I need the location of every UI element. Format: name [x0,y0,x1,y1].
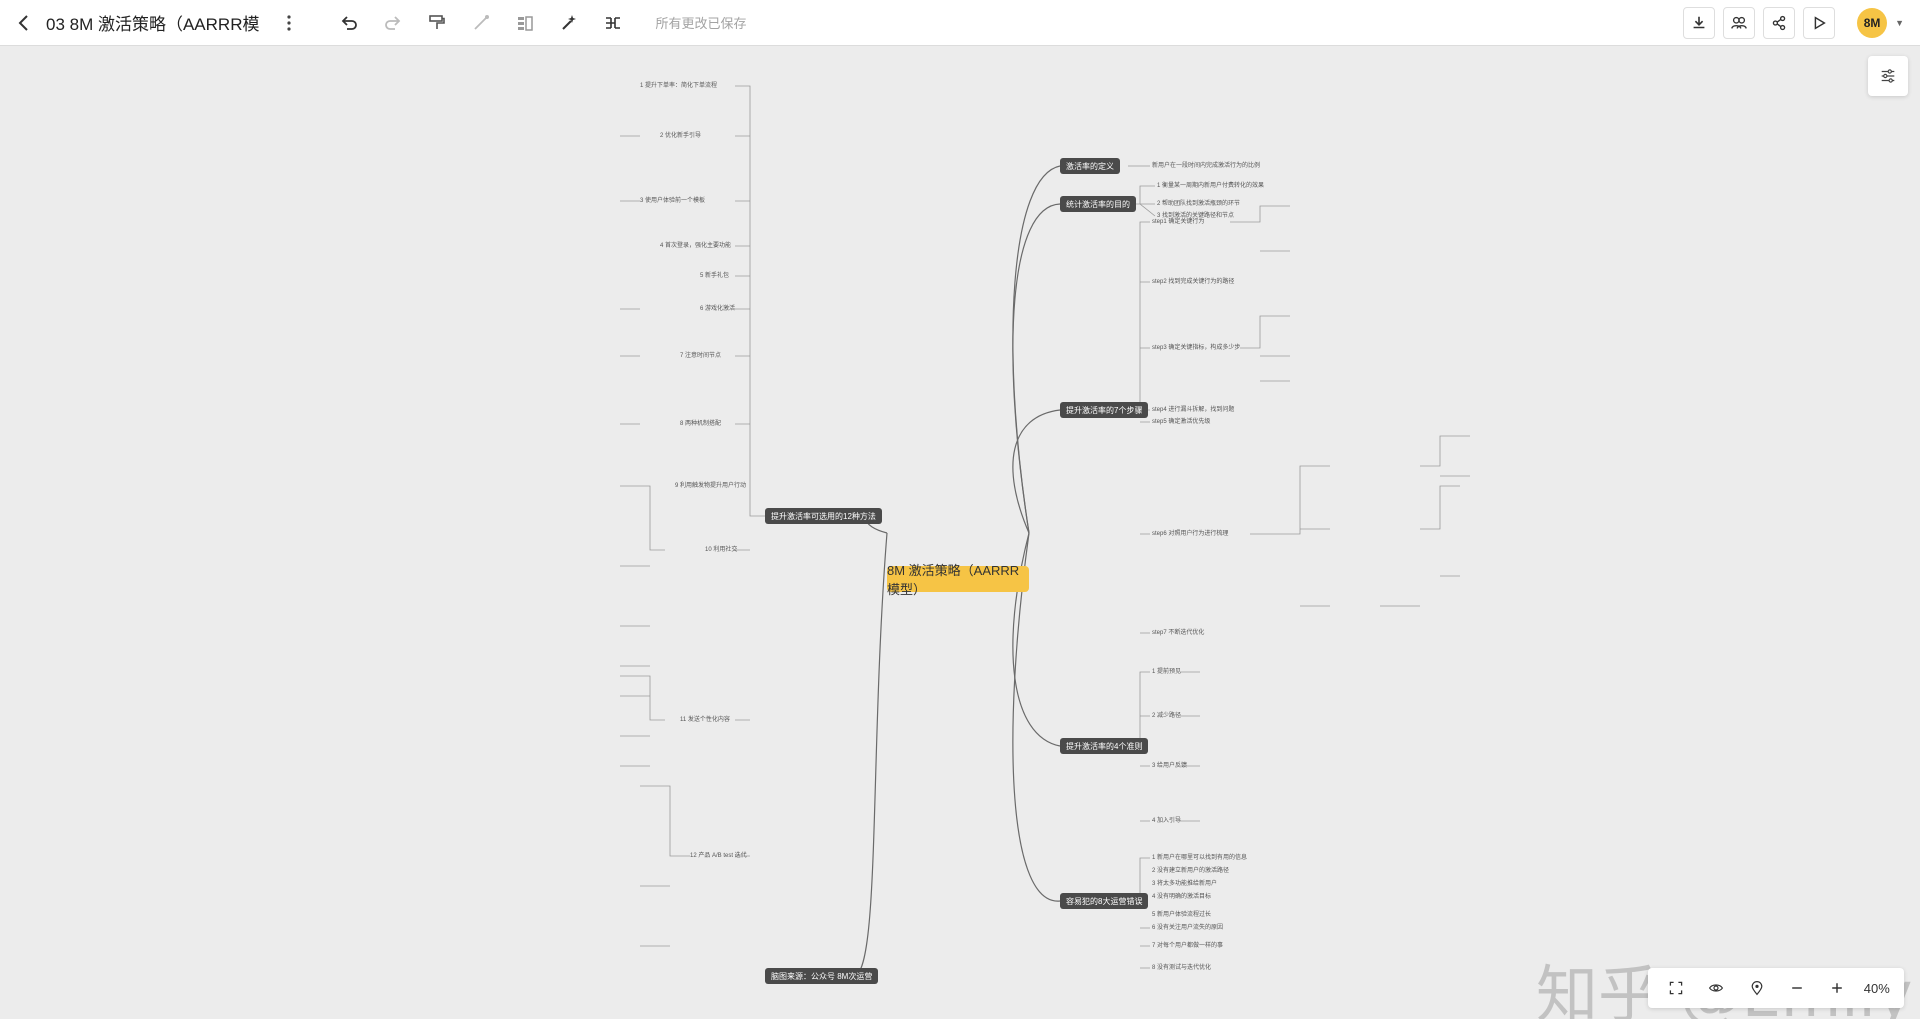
leaf-text[interactable]: 6 游戏化激活 [700,306,735,313]
leaf-text[interactable]: 3 将太多功能推给新用户 [1152,881,1217,888]
branch-four-principles[interactable]: 提升激活率的4个准则 [1060,738,1149,754]
leaf-text[interactable]: 3 使用户体验前一个模板 [640,198,705,205]
leaf-text[interactable]: 4 首次登录，强化主要功能 [660,243,731,250]
leaf-text[interactable]: 2 减少路径 [1152,713,1181,720]
branch-activation-purpose[interactable]: 统计激活率的目的 [1060,196,1136,212]
fit-screen-icon[interactable] [1662,974,1690,1002]
leaf-text[interactable]: 4 加入引导 [1152,818,1181,825]
magic-style-icon[interactable] [553,7,585,39]
leaf-text[interactable]: 5 新手礼包 [700,273,729,280]
leaf-text[interactable]: step7 不断迭代优化 [1152,630,1204,637]
leaf-text[interactable]: 2 优化新手引导 [660,133,701,140]
leaf-text[interactable]: step2 找到完成关键行为的路径 [1152,279,1234,286]
leaf-text[interactable]: 2 帮助团队找到激活瓶颈的环节 [1157,201,1240,208]
chevron-down-icon[interactable]: ▼ [1895,18,1904,28]
edit-tools [333,7,629,39]
zoom-level[interactable]: 40% [1864,981,1890,996]
leaf-text[interactable]: 6 没有关注用户流失的原因 [1152,925,1223,932]
branch-source[interactable]: 脑图来源：公众号 8M次运营 [765,968,879,984]
share-icon[interactable] [1763,7,1796,39]
leaf-text[interactable]: 1 新用户在哪里可以找到有用的信息 [1152,855,1247,862]
mindmap-connections [620,85,1470,977]
more-menu-icon[interactable] [273,7,305,39]
eye-icon[interactable] [1702,974,1730,1002]
mindmap-canvas[interactable]: 8M 激活策略（AARRR模型） 激活率的定义 统计激活率的目的 提升激活率的7… [0,46,1920,1019]
outline-icon[interactable] [509,7,541,39]
download-icon[interactable] [1683,7,1716,39]
undo-icon[interactable] [333,7,365,39]
branch-eight-mistakes[interactable]: 容易犯的8大运营错误 [1060,893,1149,909]
leaf-text[interactable]: step4 进行漏斗拆解，找到问题 [1152,407,1234,414]
leaf-text[interactable]: 1 提升下单率：简化下单流程 [640,83,717,90]
back-icon[interactable] [8,7,40,39]
document-title[interactable]: 03 8M 激活策略（AARRR模 [46,10,259,35]
leaf-text[interactable]: 9 利用触发物提升用户行动 [675,483,746,490]
top-toolbar: 03 8M 激活策略（AARRR模 所有更改已保存 8M ▼ [0,0,1920,46]
sliders-icon [1881,69,1895,83]
leaf-text[interactable]: 1 提前预见 [1152,669,1181,676]
leaf-text[interactable]: 8 两种机制搭配 [680,421,721,428]
leaf-text[interactable]: step1 确定关键行为 [1152,219,1204,226]
leaf-text[interactable]: 8 没有测试与迭代优化 [1152,965,1211,972]
branch-activation-definition[interactable]: 激活率的定义 [1060,158,1120,174]
leaf-text[interactable]: 7 对每个用户都做一样的事 [1152,943,1223,950]
leaf-text[interactable]: 3 给用户反馈 [1152,763,1187,770]
leaf-text[interactable]: 10 利用社交 [705,547,737,554]
leaf-text[interactable]: 7 注意时间节点 [680,353,721,360]
format-painter-icon[interactable] [421,7,453,39]
leaf-text[interactable]: 4 没有明确的激活目标 [1152,894,1211,901]
leaf-text[interactable]: step6 对照用户行为进行梳理 [1152,531,1228,538]
present-icon[interactable] [1803,7,1836,39]
toolbar-right: 8M ▼ [1683,7,1904,39]
mindmap-root-node[interactable]: 8M 激活策略（AARRR模型） [887,563,1029,597]
leaf-text[interactable]: 2 没有建立新用户的激活路径 [1152,868,1229,875]
leaf-text[interactable]: 12 产品 A/B test 迭代 [690,853,747,860]
leaf-text[interactable]: 5 新用户体验流程过长 [1152,912,1211,919]
zoom-in-icon[interactable] [1823,974,1851,1002]
connector-icon[interactable] [465,7,497,39]
leaf-text[interactable]: step3 确定关键指标，构成多少步 [1152,345,1240,352]
collaborate-icon[interactable] [1723,7,1756,39]
leaf-text[interactable]: step5 确定激活优先级 [1152,419,1210,426]
avatar[interactable]: 8M [1857,8,1888,38]
zoom-controls: 40% [1648,968,1904,1008]
redo-icon[interactable] [377,7,409,39]
save-status: 所有更改已保存 [655,16,747,31]
locate-icon[interactable] [1743,974,1771,1002]
settings-panel-button[interactable] [1868,56,1908,96]
leaf-text[interactable]: 11 发送个性化内容 [680,717,730,724]
zoom-out-icon[interactable] [1783,974,1811,1002]
leaf-text[interactable]: 新用户在一段时间内完成激活行为的比例 [1152,163,1260,170]
structure-icon[interactable] [597,7,629,39]
branch-seven-steps[interactable]: 提升激活率的7个步骤 [1060,402,1149,418]
branch-twelve-methods[interactable]: 提升激活率可选用的12种方法 [765,508,882,524]
leaf-text[interactable]: 1 衡量某一周期内新用户付费转化的效果 [1157,183,1264,190]
